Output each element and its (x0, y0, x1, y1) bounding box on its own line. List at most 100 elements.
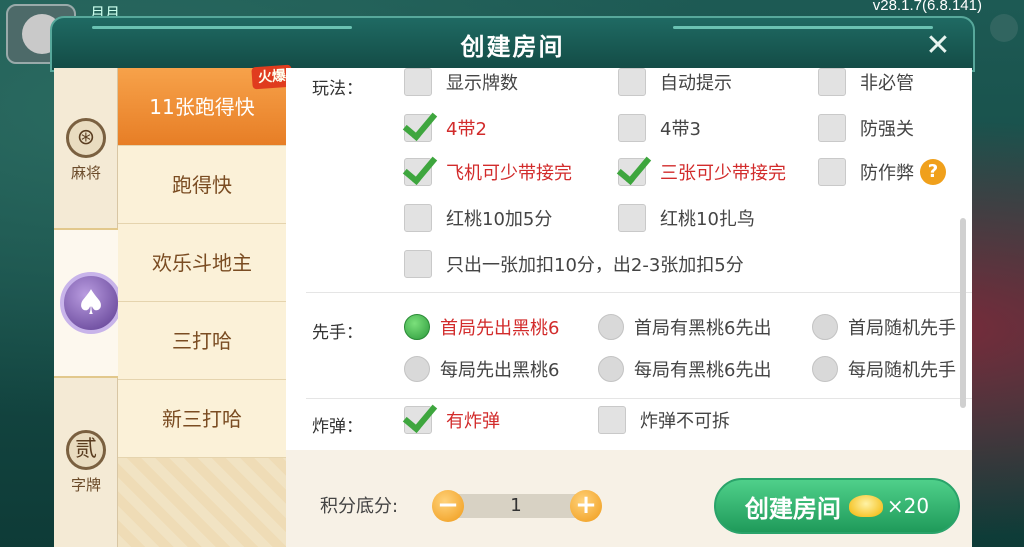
option-label: 首局随机先手 (848, 318, 956, 339)
dialog-footer: 积分底分: 1 − + 创建房间 ×20 (286, 450, 972, 547)
category-mahjong[interactable]: ⊛ 麻将 (54, 118, 118, 183)
score-value: 1 (446, 494, 586, 518)
checkbox-checked[interactable] (618, 158, 646, 186)
option-plane-less[interactable]: 飞机可少带接完 (404, 158, 572, 186)
zipai-icon: 贰 (66, 430, 106, 470)
option-label: 防作弊 (860, 163, 914, 184)
gold-ingot-icon (848, 495, 883, 517)
option-heart10-plus5[interactable]: 红桃10加5分 (404, 204, 552, 232)
mode-item-paodekuai[interactable]: 跑得快 (118, 146, 286, 224)
option-label: 飞机可少带接完 (446, 163, 572, 184)
mode-item-11-paodekuai[interactable]: 11张跑得快 火爆 (118, 64, 293, 146)
checkbox[interactable] (404, 204, 432, 232)
create-room-dialog: 创建房间 ✕ ⊛ 麻将 ♠ 贰 字牌 11张跑得快 火爆 跑得快 欢乐斗地主 三… (50, 16, 975, 547)
checkbox[interactable] (404, 250, 432, 278)
option-label: 非必管 (860, 73, 914, 94)
option-not-must-beat[interactable]: 非必管 (818, 68, 914, 96)
checkbox[interactable] (818, 68, 846, 96)
option-label: 显示牌数 (446, 73, 518, 94)
checkbox[interactable] (818, 158, 846, 186)
option-label: 自动提示 (660, 73, 732, 94)
option-has-bomb[interactable]: 有炸弹 (404, 406, 500, 434)
checkbox[interactable] (618, 204, 646, 232)
option-label: 红桃10加5分 (446, 209, 553, 230)
option-label: 每局随机先手 (848, 360, 956, 381)
checkbox[interactable] (618, 114, 646, 142)
option-label: 首局先出黑桃6 (440, 318, 560, 339)
category-sidebar: ⊛ 麻将 ♠ 贰 字牌 (54, 68, 132, 547)
radio-selected[interactable] (404, 314, 430, 340)
option-anti-force-close[interactable]: 防强关 (818, 114, 914, 142)
first-hand-label: 先手： (312, 323, 363, 343)
option-bomb-unsplittable[interactable]: 炸弹不可拆 (598, 406, 730, 434)
help-icon[interactable]: ? (920, 159, 946, 185)
plus-button[interactable]: + (570, 490, 602, 522)
option-label: 4带3 (660, 119, 701, 140)
option-label: 有炸弹 (446, 411, 500, 432)
radio-first-spade6[interactable]: 首局先出黑桃6 (404, 314, 559, 340)
divider (306, 292, 972, 293)
option-auto-hint[interactable]: 自动提示 (618, 68, 732, 96)
radio[interactable] (404, 356, 430, 382)
mode-item-sandaha[interactable]: 三打哈 (118, 302, 286, 380)
checkbox-checked[interactable] (404, 406, 432, 434)
play-rules-label: 玩法： (312, 79, 363, 99)
option-label: 炸弹不可拆 (640, 411, 730, 432)
create-room-label: 创建房间 (744, 494, 841, 523)
radio-first-random[interactable]: 首局随机先手 (812, 314, 956, 340)
score-stepper[interactable]: 1 − + (432, 490, 602, 522)
checkbox[interactable] (618, 68, 646, 96)
option-label: 每局有黑桃6先出 (634, 360, 772, 381)
poker-spade-icon: ♠ (60, 272, 122, 334)
radio-every-has-spade6[interactable]: 每局有黑桃6先出 (598, 356, 771, 382)
option-show-count[interactable]: 显示牌数 (404, 68, 518, 96)
mode-list: 11张跑得快 火爆 跑得快 欢乐斗地主 三打哈 新三打哈 (118, 64, 293, 547)
gear-icon[interactable] (990, 14, 1018, 42)
radio[interactable] (598, 314, 624, 340)
option-label: 每局先出黑桃6 (440, 360, 560, 381)
checkbox[interactable] (404, 68, 432, 96)
room-cost: ×20 (886, 494, 930, 518)
radio[interactable] (812, 314, 838, 340)
option-label: 4带2 (446, 119, 487, 140)
radio[interactable] (812, 356, 838, 382)
option-label: 首局有黑桃6先出 (634, 318, 772, 339)
radio[interactable] (598, 356, 624, 382)
option-heart10-bird[interactable]: 红桃10扎鸟 (618, 204, 755, 232)
radio-first-has-spade6[interactable]: 首局有黑桃6先出 (598, 314, 771, 340)
minus-button[interactable]: − (432, 490, 464, 522)
version-label: v28.1.7(6.8.141) (872, 0, 982, 14)
option-label: 只出一张加扣10分，出2-3张加扣5分 (446, 255, 744, 276)
scrollbar[interactable] (960, 218, 966, 408)
option-label: 红桃10扎鸟 (660, 209, 755, 230)
rules-panel: 玩法： 显示牌数 自动提示 非必管 4带2 4带3 防强关 飞机可少带接完 三张… (286, 68, 972, 450)
radio-every-random[interactable]: 每局随机先手 (812, 356, 956, 382)
option-anti-cheat[interactable]: 防作弊? (818, 158, 946, 186)
option-four-with-two[interactable]: 4带2 (404, 114, 487, 142)
bomb-label: 炸弹： (312, 417, 363, 437)
close-icon[interactable]: ✕ (923, 31, 953, 62)
checkbox-checked[interactable] (404, 158, 432, 186)
option-label: 防强关 (860, 119, 914, 140)
radio-every-spade6[interactable]: 每局先出黑桃6 (404, 356, 559, 382)
dialog-title: 创建房间 (460, 33, 565, 61)
mode-label: 11张跑得快 (149, 95, 255, 119)
mode-item-doudizhu[interactable]: 欢乐斗地主 (118, 224, 286, 302)
mode-item-new-sandaha[interactable]: 新三打哈 (118, 380, 286, 458)
checkbox-checked[interactable] (404, 114, 432, 142)
score-label: 积分底分: (320, 496, 399, 517)
divider (306, 398, 972, 399)
create-room-button[interactable]: 创建房间 ×20 (714, 478, 960, 534)
dialog-title-bar: 创建房间 ✕ (50, 16, 975, 72)
checkbox[interactable] (598, 406, 626, 434)
option-three-less[interactable]: 三张可少带接完 (618, 158, 786, 186)
category-zipai[interactable]: 贰 字牌 (54, 430, 118, 495)
option-single-card-penalty[interactable]: 只出一张加扣10分，出2-3张加扣5分 (404, 250, 744, 278)
mahjong-icon: ⊛ (66, 118, 106, 158)
checkbox[interactable] (818, 114, 846, 142)
mode-list-pattern (118, 458, 286, 547)
category-mahjong-label: 麻将 (70, 164, 101, 182)
option-four-with-three[interactable]: 4带3 (618, 114, 701, 142)
option-label: 三张可少带接完 (660, 163, 786, 184)
category-zipai-label: 字牌 (70, 476, 101, 494)
